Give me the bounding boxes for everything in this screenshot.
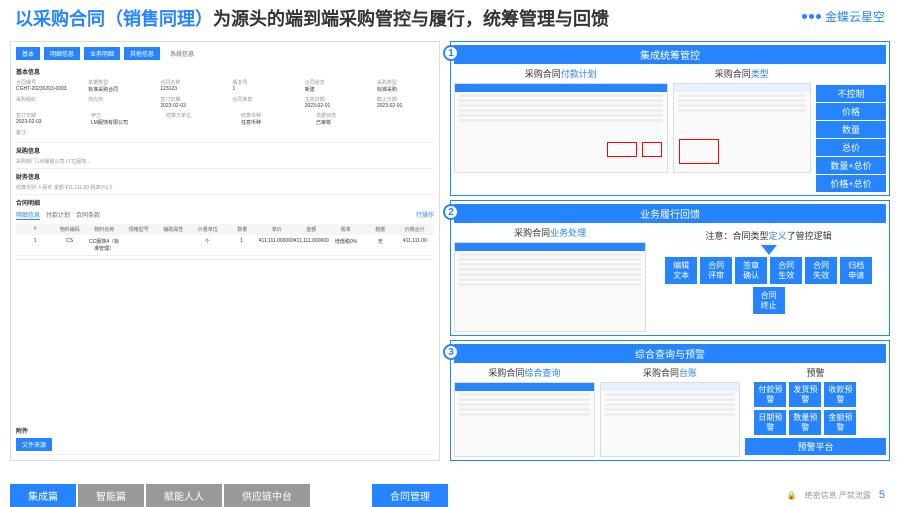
section-num-1: 1 — [443, 45, 459, 61]
action-edit: 编辑文本 — [665, 257, 697, 284]
section-1-title: 集成统筹管控 — [454, 45, 886, 64]
section-finance-title: 财务信息 — [16, 172, 434, 181]
section-3-query: 3 综合查询与预警 采购合同综合查询 采购合同台账 预警 — [450, 340, 890, 461]
footer-tab-current[interactable]: 合同管理 — [372, 484, 448, 507]
section-contract-title: 合同明细 — [16, 198, 434, 207]
footer-tab[interactable]: 集成篇 — [10, 484, 76, 507]
confidential-text: 绝密信息 严禁泄露 — [805, 490, 871, 501]
type-option: 价格 — [816, 103, 886, 120]
form-tab-bar: 基本 明细信息 业务明细 其他信息 系统信息 — [16, 47, 434, 60]
row-action[interactable]: 行操作 — [416, 210, 434, 220]
warn-receipt: 收款预警 — [824, 382, 856, 407]
contract-type-thumbnail — [673, 83, 812, 173]
table-header: # 物料编码 物料名称 规格型号 辅助属性 计量单位 数量 单价 金额 税率 税… — [16, 224, 434, 235]
warning-platform: 预警平台 — [745, 438, 886, 455]
form-tab[interactable]: 基本 — [16, 47, 40, 60]
slide-header: 以采购合同 （销售同理） 为源头的端到端采购管控与履行，统筹管理与回馈 金蝶云星… — [0, 0, 900, 36]
slide-footer: 集成篇 智能篇 赋能人人 供应链中台 合同管理 🔒 绝密信息 严禁泄露 5 — [0, 484, 900, 506]
warn-quantity: 数量预警 — [789, 410, 821, 435]
section-num-3: 3 — [443, 344, 459, 360]
arrow-down-icon — [761, 245, 777, 255]
section-2-business: 2 业务履行回馈 采购合同业务处理 注意：合同类型定义了管控逻辑 编辑文本 合同… — [450, 200, 890, 336]
sub-tab[interactable]: 合同条款 — [76, 210, 100, 220]
payment-plan-thumbnail — [454, 83, 668, 173]
lock-icon: 🔒 — [787, 491, 797, 500]
title-prefix: 以采购合同 — [15, 5, 105, 31]
footer-tab[interactable]: 智能篇 — [78, 484, 144, 507]
section-basic-title: 基本信息 — [16, 67, 434, 76]
brand-logo: 金蝶云星空 — [802, 8, 885, 25]
form-tab[interactable]: 其他信息 — [124, 47, 160, 60]
action-terminate: 合同终止 — [753, 287, 785, 314]
form-tab[interactable]: 业务明细 — [84, 47, 120, 60]
attach-source-button[interactable]: 文件来源 — [16, 438, 52, 451]
ledger-thumbnail — [600, 382, 741, 457]
warn-payment: 付款预警 — [754, 382, 786, 407]
action-invalid: 合同失效 — [805, 257, 837, 284]
warn-shipping: 发货预警 — [789, 382, 821, 407]
query-thumbnail — [454, 382, 595, 457]
sub-tab[interactable]: 明细信息 — [16, 210, 40, 220]
footer-tab[interactable]: 赋能人人 — [146, 484, 222, 507]
section-2-title: 业务履行回馈 — [454, 204, 886, 223]
warn-amount: 金额预警 — [824, 410, 856, 435]
form-tab[interactable]: 系统信息 — [164, 47, 200, 60]
action-sign: 签章确认 — [735, 257, 767, 284]
sub-tab[interactable]: 付款计划 — [46, 210, 70, 220]
table-row[interactable]: 1 CS CC服饰4（标准管理） 个 1 ¥11,111.000000 ¥11,… — [16, 235, 434, 256]
form-tab[interactable]: 明细信息 — [44, 47, 80, 60]
section-num-2: 2 — [443, 204, 459, 220]
section-1-integration: 1 集成统筹管控 采购合同付款计划 采购合同类型 — [450, 41, 890, 196]
action-review: 合同评审 — [700, 257, 732, 284]
footer-tab[interactable]: 供应链中台 — [224, 484, 310, 507]
type-option: 不控制 — [816, 85, 886, 102]
business-process-thumbnail — [454, 242, 646, 332]
action-archive: 归档申请 — [840, 257, 872, 284]
section-attach-title: 附件 — [16, 426, 434, 435]
type-option: 数量+总价 — [816, 157, 886, 174]
title-suffix: 为源头的端到端采购管控与履行，统筹管理与回馈 — [213, 5, 609, 31]
type-option: 数量 — [816, 121, 886, 138]
contract-form-screenshot: 基本 明细信息 业务明细 其他信息 系统信息 基本信息 合同编号CGHT-202… — [10, 41, 440, 461]
type-option: 价格+总价 — [816, 175, 886, 192]
warn-date: 日期预警 — [754, 410, 786, 435]
section-3-title: 综合查询与预警 — [454, 344, 886, 363]
action-effective: 合同生效 — [770, 257, 802, 284]
page-number: 5 — [879, 489, 885, 501]
section-purchase-title: 采购信息 — [16, 146, 434, 155]
type-option: 总价 — [816, 139, 886, 156]
title-paren: （销售同理） — [105, 5, 213, 31]
